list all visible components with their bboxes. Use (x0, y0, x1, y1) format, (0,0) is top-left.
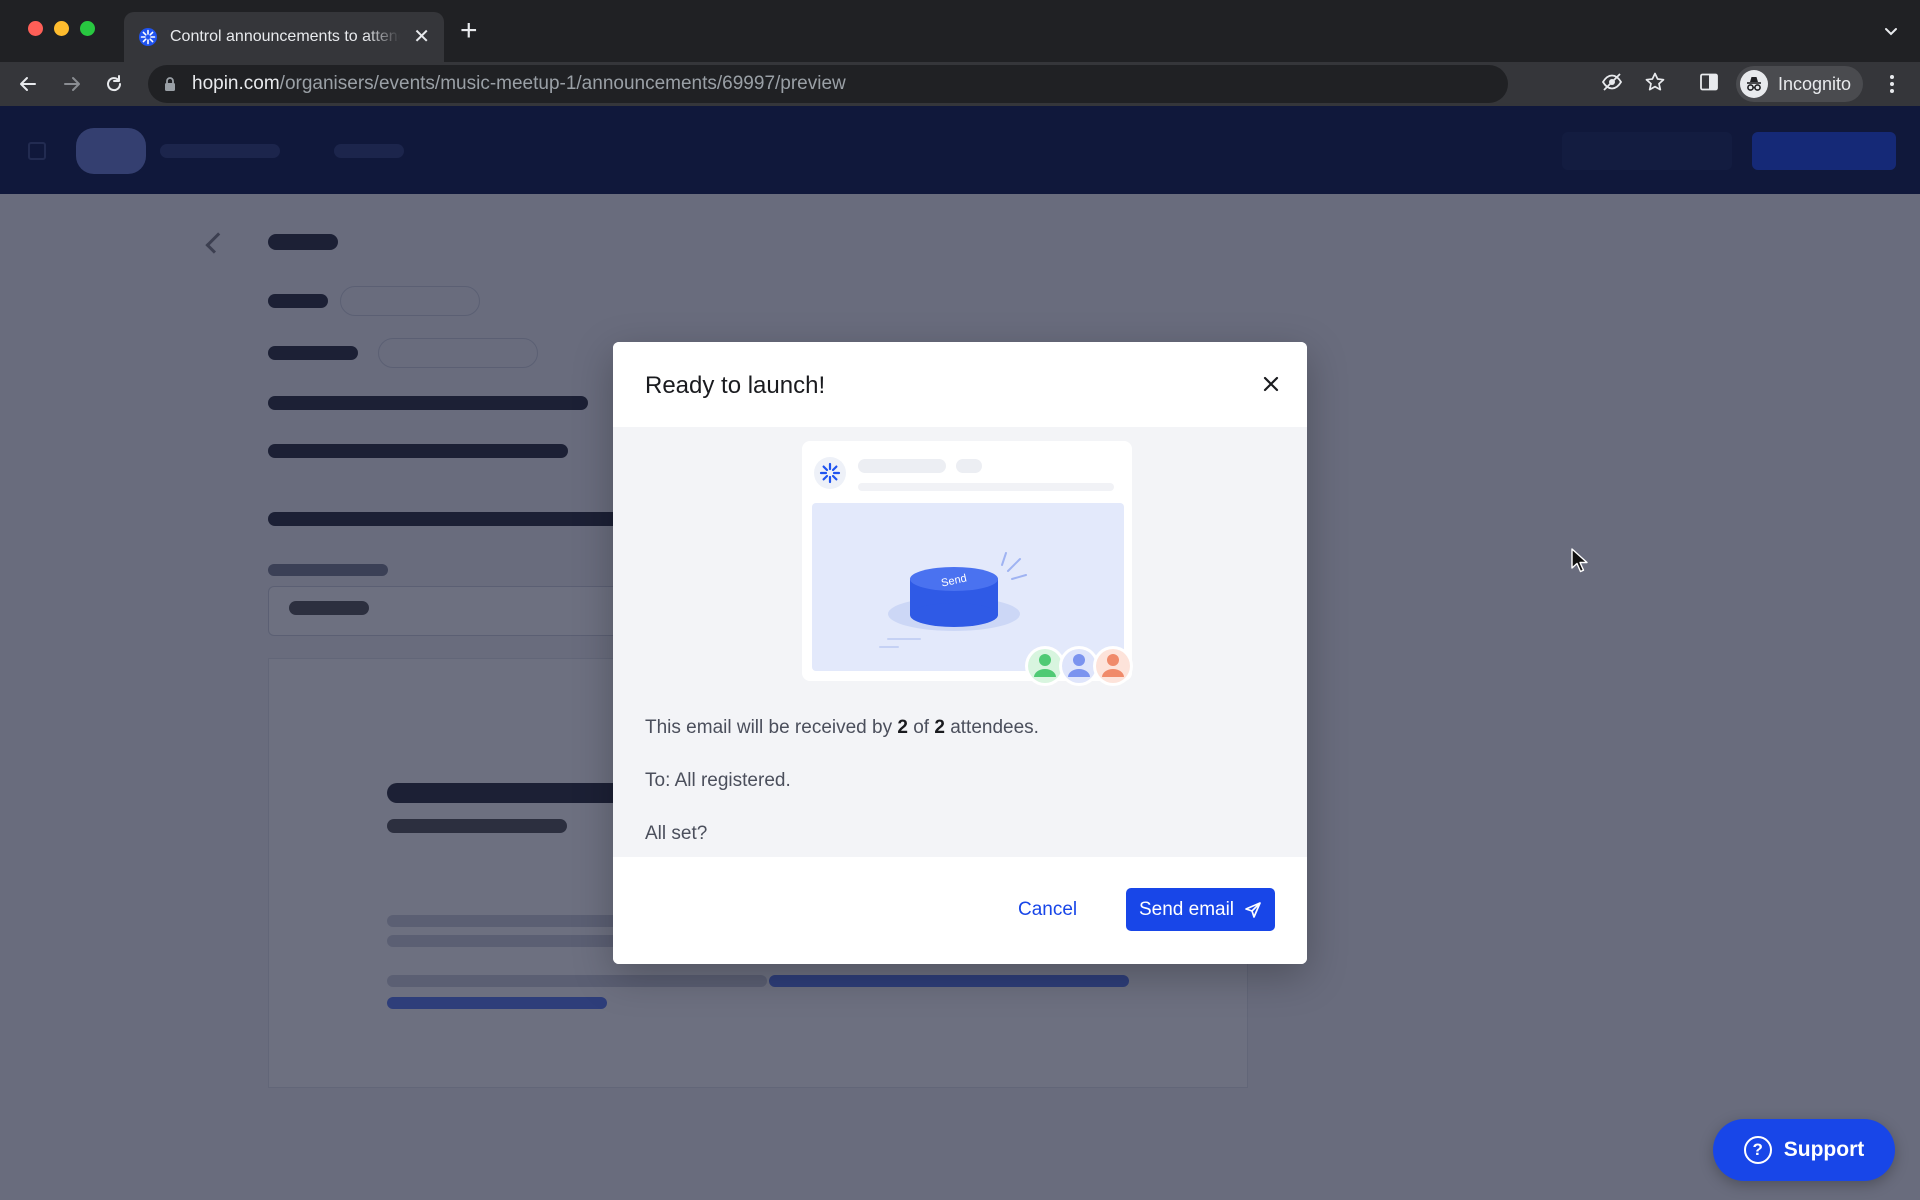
hopin-favicon-icon (139, 28, 157, 46)
incognito-label: Incognito (1778, 73, 1852, 94)
reload-icon[interactable] (100, 70, 128, 98)
mouse-cursor-icon (1571, 548, 1588, 573)
side-panel-icon[interactable] (1698, 71, 1720, 93)
tracking-protection-eye-slash-icon[interactable] (1601, 71, 1623, 93)
recipients-total: 2 (934, 717, 945, 738)
recipients-summary: This email will be received by 2 of 2 at… (645, 717, 1039, 738)
cancel-button[interactable]: Cancel (1018, 899, 1077, 921)
incognito-profile-button[interactable]: Incognito (1736, 66, 1864, 102)
send-email-label: Send email (1138, 898, 1235, 920)
send-email-button[interactable]: Send email (1126, 888, 1275, 931)
browser-tab-bar: Control announcements to attendees ✕ + (0, 0, 1920, 62)
send-email-illustration: Send (802, 441, 1133, 686)
recipients-to-line: To: All registered. (645, 770, 791, 791)
browser-menu-icon[interactable] (1880, 72, 1904, 96)
confirm-question: All set? (645, 823, 708, 844)
back-arrow-icon[interactable] (14, 70, 42, 98)
support-label: Support (1783, 1138, 1865, 1161)
address-bar[interactable]: hopin.com/organisers/events/music-meetup… (148, 65, 1508, 103)
paper-plane-icon (1245, 901, 1261, 918)
launch-confirmation-modal: Ready to launch! Send This email will be… (613, 342, 1307, 964)
incognito-icon (1740, 70, 1768, 98)
url-path: /organisers/events/music-meetup-1/announ… (279, 73, 846, 94)
modal-title: Ready to launch! (645, 372, 826, 399)
window-maximize-button[interactable] (80, 21, 95, 36)
window-minimize-button[interactable] (54, 21, 69, 36)
close-icon[interactable] (1259, 372, 1283, 396)
browser-tab-active[interactable]: Control announcements to attendees ✕ (124, 12, 444, 62)
tab-close-icon[interactable]: ✕ (413, 27, 430, 47)
modal-body: Send This email will be received by 2 of… (613, 427, 1307, 857)
tab-search-chevron-icon[interactable] (1882, 22, 1900, 40)
browser-toolbar: hopin.com/organisers/events/music-meetup… (0, 62, 1920, 106)
modal-footer: Cancel Send email (613, 857, 1307, 964)
url-host: hopin.com (192, 73, 280, 94)
support-button[interactable]: ? Support (1713, 1119, 1895, 1181)
bookmark-star-icon[interactable] (1644, 71, 1666, 93)
window-close-button[interactable] (28, 21, 43, 36)
help-question-icon: ? (1743, 1136, 1772, 1164)
recipients-count: 2 (897, 717, 908, 738)
page-content: Ready to launch! Send This email will be… (0, 106, 1920, 1200)
new-tab-button[interactable]: + (460, 16, 478, 46)
tab-title: Control announcements to attendees (170, 28, 400, 45)
modal-header: Ready to launch! (613, 342, 1307, 427)
forward-arrow-icon[interactable] (58, 70, 86, 98)
lock-icon (165, 77, 175, 91)
